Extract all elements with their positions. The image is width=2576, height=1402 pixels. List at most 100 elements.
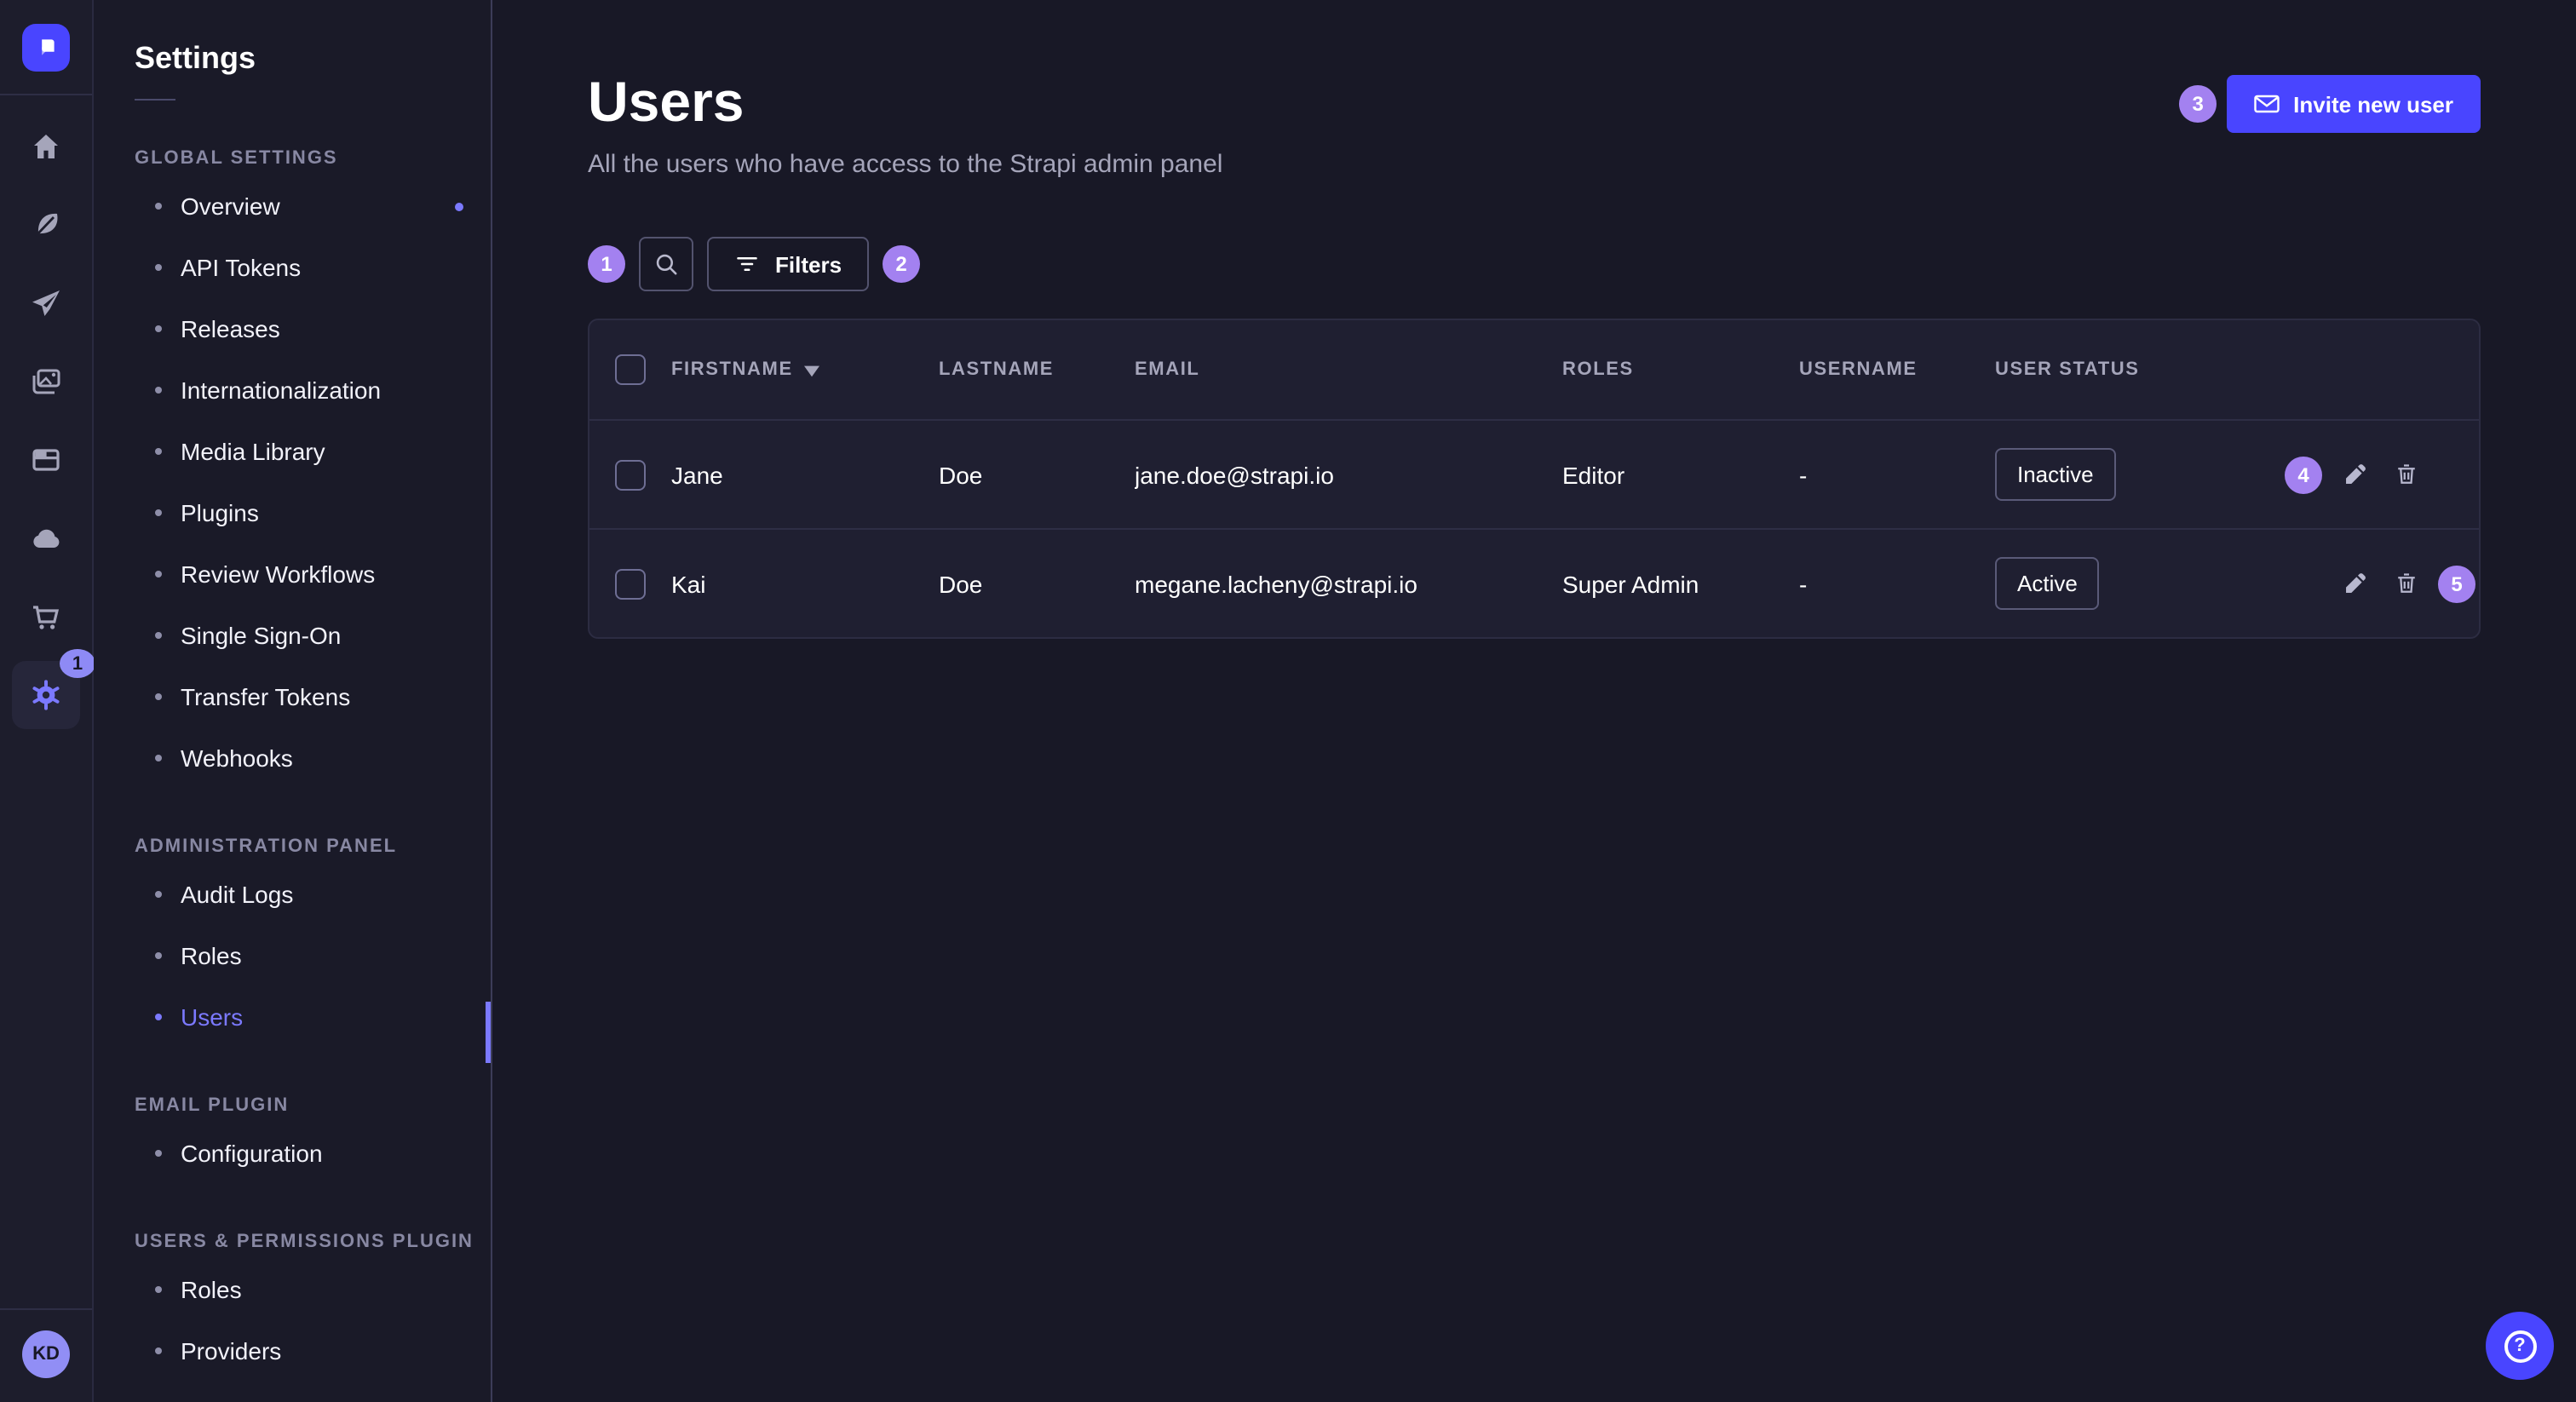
rail-bottom: KD xyxy=(0,1308,92,1402)
strapi-logo[interactable] xyxy=(22,23,70,71)
sidebar-item-admin-roles[interactable]: Roles xyxy=(135,925,491,986)
user-avatar[interactable]: KD xyxy=(22,1330,70,1378)
sidebar-item-releases[interactable]: Releases xyxy=(135,298,491,359)
content-type-builder-icon[interactable] xyxy=(12,191,80,259)
app: 1 KD Settings GLOBAL SETTINGS Overview A… xyxy=(0,0,2576,1402)
overview-notification-dot xyxy=(455,202,463,210)
bullet-icon xyxy=(155,1347,162,1354)
sidebar-item-internationalization[interactable]: Internationalization xyxy=(135,359,491,421)
column-header-username[interactable]: USERNAME xyxy=(1799,359,1995,380)
bullet-icon xyxy=(155,325,162,332)
sidebar-item-single-sign-on[interactable]: Single Sign-On xyxy=(135,605,491,666)
list-toolbar: 1 Filters 2 xyxy=(588,237,2481,291)
cell-firstname: Kai xyxy=(671,570,939,597)
search-icon xyxy=(653,250,680,278)
pencil-icon xyxy=(2342,571,2367,596)
page-header-text: Users All the users who have access to t… xyxy=(588,72,1222,179)
annotation-badge-4: 4 xyxy=(2285,456,2322,493)
users-permissions-list: Roles Providers xyxy=(135,1259,491,1382)
email-plugin-list: Configuration xyxy=(135,1123,491,1184)
cell-firstname: Jane xyxy=(671,461,939,488)
strapi-logo-icon xyxy=(32,33,60,60)
envelope-icon xyxy=(2254,94,2280,114)
sidebar-item-users[interactable]: Users xyxy=(135,986,491,1048)
table-row: Kai Doe megane.lacheny@strapi.io Super A… xyxy=(589,528,2479,637)
sidebar-item-providers[interactable]: Providers xyxy=(135,1320,491,1382)
cell-email: jane.doe@strapi.io xyxy=(1135,461,1562,488)
home-icon[interactable] xyxy=(12,112,80,181)
delete-user-button[interactable] xyxy=(2387,565,2424,602)
settings-sidebar: Settings GLOBAL SETTINGS Overview API To… xyxy=(94,0,492,1402)
main-content: Users All the users who have access to t… xyxy=(492,0,2576,1402)
bullet-icon xyxy=(155,891,162,898)
cell-roles: Editor xyxy=(1562,461,1799,488)
bullet-icon xyxy=(155,755,162,761)
bullet-icon xyxy=(155,387,162,394)
bullet-icon xyxy=(155,952,162,959)
column-header-email[interactable]: EMAIL xyxy=(1135,359,1562,380)
edit-user-button[interactable] xyxy=(2336,565,2373,602)
content-manager-icon[interactable] xyxy=(12,426,80,494)
bullet-icon xyxy=(155,571,162,577)
annotation-badge-3: 3 xyxy=(2179,85,2217,123)
page-header: Users All the users who have access to t… xyxy=(588,72,2481,179)
search-button[interactable] xyxy=(639,237,693,291)
sidebar-item-audit-logs[interactable]: Audit Logs xyxy=(135,864,491,925)
invite-new-user-button[interactable]: Invite new user xyxy=(2227,75,2481,133)
help-button[interactable]: ? xyxy=(2486,1312,2554,1380)
column-header-roles[interactable]: ROLES xyxy=(1562,359,1799,380)
row-checkbox[interactable] xyxy=(615,568,646,599)
filters-button[interactable]: Filters xyxy=(707,237,869,291)
sidebar-item-up-roles[interactable]: Roles xyxy=(135,1259,491,1320)
bullet-icon xyxy=(155,448,162,455)
sidebar-item-transfer-tokens[interactable]: Transfer Tokens xyxy=(135,666,491,727)
row-actions: 5 xyxy=(2285,565,2481,602)
edit-user-button[interactable] xyxy=(2336,456,2373,493)
sort-desc-icon xyxy=(805,362,820,377)
section-header-administration-panel: ADMINISTRATION PANEL xyxy=(135,836,491,857)
column-header-lastname[interactable]: LASTNAME xyxy=(939,359,1135,380)
cell-email: megane.lacheny@strapi.io xyxy=(1135,570,1562,597)
deploy-icon[interactable] xyxy=(12,269,80,337)
media-library-icon[interactable] xyxy=(12,348,80,416)
page-title: Users xyxy=(588,72,1222,133)
cell-lastname: Doe xyxy=(939,461,1135,488)
column-header-user-status[interactable]: USER STATUS xyxy=(1995,359,2285,380)
global-settings-list: Overview API Tokens Releases Internation… xyxy=(135,175,491,789)
cell-lastname: Doe xyxy=(939,570,1135,597)
page-subtitle: All the users who have access to the Str… xyxy=(588,150,1222,179)
settings-gear-icon[interactable]: 1 xyxy=(12,661,80,729)
annotation-badge-2: 2 xyxy=(883,245,920,283)
nav-rail: 1 KD xyxy=(0,0,94,1402)
section-header-global-settings: GLOBAL SETTINGS xyxy=(135,148,491,169)
sidebar-item-configuration[interactable]: Configuration xyxy=(135,1123,491,1184)
logo-section xyxy=(0,0,92,95)
bullet-icon xyxy=(155,1150,162,1157)
rail-nav-icons: 1 xyxy=(12,95,80,729)
bullet-icon xyxy=(155,1286,162,1293)
sidebar-item-webhooks[interactable]: Webhooks xyxy=(135,727,491,789)
sidebar-item-plugins[interactable]: Plugins xyxy=(135,482,491,543)
sidebar-scrollbar-thumb[interactable] xyxy=(486,1002,491,1063)
bullet-icon xyxy=(155,509,162,516)
table-row: Jane Doe jane.doe@strapi.io Editor - Ina… xyxy=(589,419,2479,528)
cell-username: - xyxy=(1799,570,1995,597)
marketplace-cart-icon[interactable] xyxy=(12,583,80,651)
filter-icon xyxy=(734,254,760,274)
cell-roles: Super Admin xyxy=(1562,570,1799,597)
cloud-icon[interactable] xyxy=(12,504,80,572)
column-header-firstname[interactable]: FIRSTNAME xyxy=(671,359,939,380)
delete-user-button[interactable] xyxy=(2387,456,2424,493)
sidebar-item-media-library[interactable]: Media Library xyxy=(135,421,491,482)
sidebar-title: Settings xyxy=(135,41,491,77)
sidebar-title-rule xyxy=(135,99,175,101)
bullet-icon xyxy=(155,693,162,700)
sidebar-item-overview[interactable]: Overview xyxy=(135,175,491,237)
cell-username: - xyxy=(1799,461,1995,488)
sidebar-item-api-tokens[interactable]: API Tokens xyxy=(135,237,491,298)
select-all-checkbox[interactable] xyxy=(615,354,646,385)
status-badge: Inactive xyxy=(1995,448,2116,501)
sidebar-item-review-workflows[interactable]: Review Workflows xyxy=(135,543,491,605)
row-checkbox[interactable] xyxy=(615,459,646,490)
bullet-icon xyxy=(155,1014,162,1020)
